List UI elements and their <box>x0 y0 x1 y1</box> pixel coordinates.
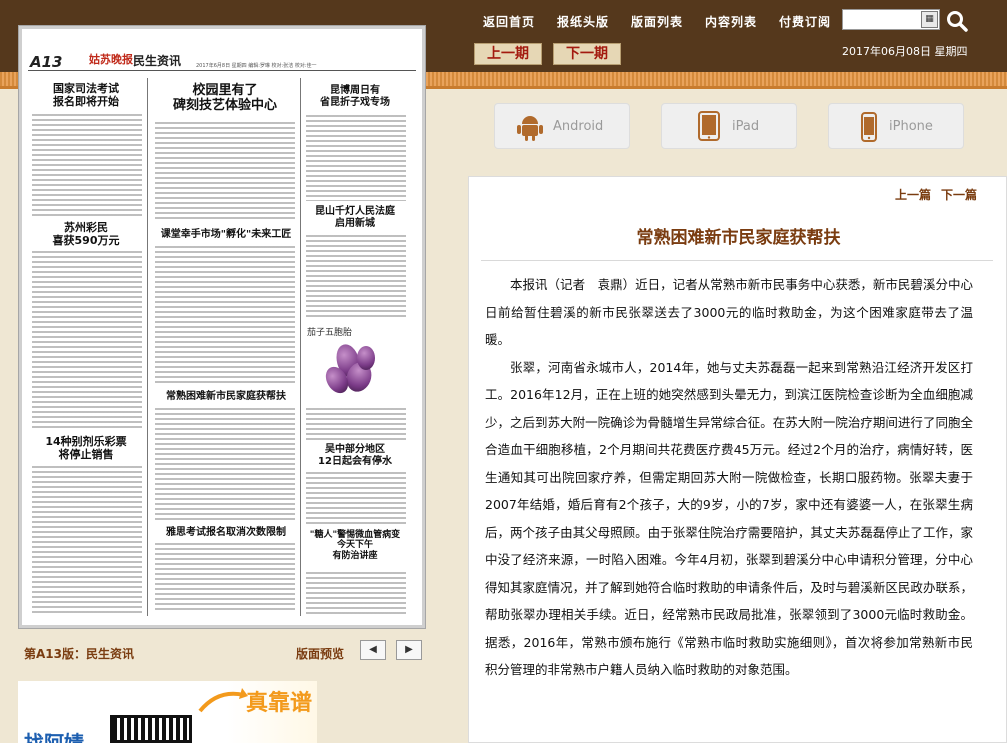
page-text-block <box>306 408 406 440</box>
nav-subscribe-link[interactable]: 付费订阅 <box>779 13 831 30</box>
page-text-block <box>32 114 142 218</box>
page-rule <box>28 70 416 71</box>
nav-pages-link[interactable]: 版面列表 <box>631 13 683 30</box>
page-headline[interactable]: 吴中部分地区 12日起会有停水 <box>305 444 405 467</box>
ad-banner[interactable]: 真靠谱 找阿婧 <box>18 681 317 743</box>
page-text-block <box>155 543 295 613</box>
ipad-icon <box>698 111 720 141</box>
page-headline[interactable]: 国家司法考试 报名即将开始 <box>30 82 142 108</box>
page-headline[interactable]: 昆山千灯人民法庭 启用新城 <box>305 206 405 229</box>
next-article-link[interactable]: 下一篇 <box>941 186 977 203</box>
search-icon[interactable] <box>945 9 969 33</box>
app-android-label: Android <box>553 119 604 134</box>
ad-slogan: 真靠谱 <box>246 691 313 716</box>
eggplant-photo[interactable] <box>313 340 389 402</box>
prev-issue-button[interactable]: 上一期 <box>474 43 542 65</box>
page-headline[interactable]: 校园里有了 碑刻技艺体验中心 <box>155 83 295 114</box>
photo-caption-title: 茄子五胞胎 <box>307 328 353 338</box>
arrow-decoration <box>198 688 248 713</box>
app-ipad-label: iPad <box>732 119 760 134</box>
calendar-icon[interactable]: ▦ <box>921 11 938 28</box>
page-headline[interactable]: 常熟困难新市民家庭获帮扶 <box>153 391 299 403</box>
article-panel: 上一篇 下一篇 常熟困难新市民家庭获帮扶 本报讯（记者 袁鼎）近日，记者从常熟市… <box>468 176 1007 743</box>
page-text-block <box>32 466 142 614</box>
page-text-block <box>306 472 406 524</box>
page-headline[interactable]: 昆博周日有 省昆折子戏专场 <box>305 85 405 108</box>
app-ipad-button[interactable]: iPad <box>661 103 797 149</box>
prev-page-button[interactable]: ◀ <box>360 640 386 660</box>
page-section: 民生资讯 <box>133 54 182 68</box>
article-title: 常熟困难新市民家庭获帮扶 <box>636 228 841 248</box>
nav-headline-link[interactable]: 报纸头版 <box>557 13 609 30</box>
next-page-button[interactable]: ▶ <box>396 640 422 660</box>
page-text-block <box>306 235 406 319</box>
article-body: 本报讯（记者 袁鼎）近日，记者从常熟市新市民事务中心获悉，新市民碧溪分中心日前给… <box>485 271 973 684</box>
page-text-block <box>32 251 142 431</box>
page-text-block <box>155 408 295 520</box>
page-number: A13 <box>30 53 63 71</box>
page-dateline: 2017年6月8日 星期四 编辑:罗琳 校对:张洁 校对:佳一 <box>196 63 317 69</box>
issue-date: 2017年06月08日 星期四 <box>842 45 968 58</box>
article-title-rule <box>481 260 993 261</box>
qr-code <box>110 715 192 743</box>
page-text-block <box>155 246 295 386</box>
prev-article-link[interactable]: 上一篇 <box>895 186 931 203</box>
page-text-block <box>306 572 406 614</box>
arrow-right-icon: ▶ <box>405 644 413 655</box>
page-headline[interactable]: 苏州彩民 喜获590万元 <box>30 221 142 247</box>
page-text-block <box>306 115 406 201</box>
iphone-icon <box>861 112 877 142</box>
next-issue-button[interactable]: 下一期 <box>553 43 621 65</box>
app-android-button[interactable]: Android <box>494 103 630 149</box>
column-divider <box>147 78 148 616</box>
page-headline[interactable]: 雅思考试报名取消次数限制 <box>153 527 299 539</box>
page-headline[interactable]: "糖人"警惕微血管病变 今天下午 有防治讲座 <box>305 530 405 561</box>
android-icon <box>517 116 543 141</box>
current-page-label: 第A13版：民生资讯 <box>24 647 134 661</box>
page-text-block <box>155 122 295 222</box>
nav-contents-link[interactable]: 内容列表 <box>705 13 757 30</box>
article-paragraph: 张翠，河南省永城市人，2014年，她与丈夫苏磊磊一起来到常熟沿江经济开发区打工。… <box>485 359 973 678</box>
article-paragraph: 本报讯（记者 袁鼎）近日，记者从常熟市新市民事务中心获悉，新市民碧溪分中心日前给… <box>485 277 973 347</box>
arrow-left-icon: ◀ <box>369 644 377 655</box>
page-preview-label: 版面预览 <box>296 647 345 661</box>
nav-home-link[interactable]: 返回首页 <box>483 13 535 30</box>
page-brand-logo: 姑苏晚报 <box>89 53 133 66</box>
ad-text: 找阿婧 <box>24 731 84 743</box>
page-headline[interactable]: 14种别剂乐彩票 将停止销售 <box>30 435 142 461</box>
column-divider <box>300 78 301 616</box>
app-iphone-button[interactable]: iPhone <box>828 103 964 149</box>
page-headline[interactable]: 课堂幸手市场"孵化"未来工匠 <box>153 229 299 241</box>
app-iphone-label: iPhone <box>889 119 933 134</box>
